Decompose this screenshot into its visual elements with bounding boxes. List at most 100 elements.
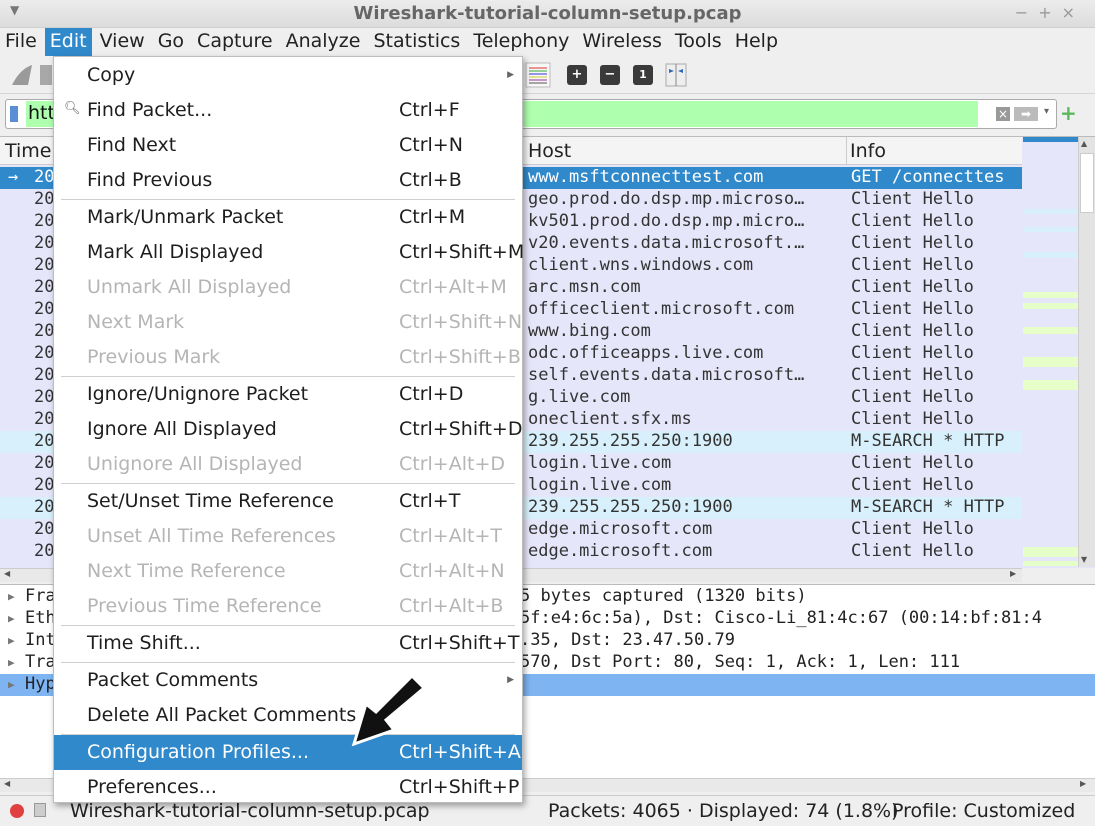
cell-time: 20 (34, 409, 55, 429)
scroll-up-icon[interactable]: ▲ (1081, 139, 1087, 148)
cell-time: 20 (34, 321, 55, 341)
menu-item-set-unset-time-reference[interactable]: Set/Unset Time Reference Ctrl+T (54, 484, 522, 519)
menu-item-shortcut: Ctrl+Alt+B (399, 595, 504, 617)
maximize-icon[interactable]: + (1038, 3, 1061, 22)
status-profile[interactable]: Profile: Customized (892, 800, 1075, 822)
window-controls[interactable]: −+× (1015, 3, 1085, 22)
search-icon: 🔍︎ (64, 101, 81, 116)
cell-info: M-SEARCH * HTTP (851, 497, 1005, 517)
cell-info: Client Hello (851, 321, 974, 341)
status-packets: Packets: 4065 · Displayed: 74 (1.8%) (548, 800, 899, 822)
menu-help[interactable]: Help (730, 28, 783, 56)
menu-tools[interactable]: Tools (670, 28, 727, 56)
menu-item-label: Find Next (87, 134, 177, 156)
menu-go[interactable]: Go (153, 28, 189, 56)
menu-item-label: Ignore/Unignore Packet (87, 383, 309, 405)
menu-item-find-next[interactable]: Find Next Ctrl+N (54, 128, 522, 163)
menu-item-find-packet[interactable]: 🔍︎ Find Packet... Ctrl+F (54, 93, 522, 128)
menu-item-label: Time Shift... (87, 632, 201, 654)
cell-host: login.live.com (528, 453, 672, 473)
plus-icon[interactable]: + (1060, 101, 1077, 125)
menu-item-copy[interactable]: Copy ▶ (54, 58, 522, 93)
menu-view[interactable]: View (95, 28, 150, 56)
menu-item-time-shift[interactable]: Time Shift... Ctrl+Shift+T (54, 626, 522, 661)
close-icon[interactable]: × (1062, 3, 1085, 22)
menu-item-unset-all-time-references[interactable]: Unset All Time References Ctrl+Alt+T (54, 519, 522, 554)
menu-item-label: Previous Time Reference (87, 595, 322, 617)
window-title: Wireshark-tutorial-column-setup.pcap (353, 3, 742, 24)
menu-item-find-previous[interactable]: Find Previous Ctrl+B (54, 163, 522, 198)
zoom-in-icon[interactable]: + (567, 65, 587, 85)
filter-history-dropdown[interactable]: ▾ (1044, 106, 1049, 117)
menu-item-shortcut: Ctrl+Alt+D (399, 453, 506, 475)
menu-item-label: Delete All Packet Comments (87, 704, 357, 726)
apply-arrow-icon[interactable]: ➡ (1014, 107, 1038, 121)
normal-size-icon[interactable]: 1 (633, 65, 653, 85)
menu-item-packet-comments[interactable]: Packet Comments ▶ (54, 663, 522, 698)
cell-host: login.live.com (528, 475, 672, 495)
menu-statistics[interactable]: Statistics (368, 28, 465, 56)
menu-item-next-mark[interactable]: Next Mark Ctrl+Shift+N (54, 305, 522, 340)
scroll-left-icon[interactable]: ◀ (4, 779, 10, 788)
column-header-info[interactable]: Info (850, 140, 886, 162)
menu-item-shortcut: Ctrl+B (399, 169, 462, 191)
packet-list-vscroll[interactable]: ▲ ▼ (1078, 137, 1095, 567)
shark-fin-icon[interactable] (10, 63, 34, 87)
menu-item-mark-unmark-packet[interactable]: Mark/Unmark Packet Ctrl+M (54, 200, 522, 235)
cell-info: GET /connecttes (851, 167, 1005, 187)
bookmark-icon[interactable] (10, 106, 18, 122)
zoom-out-icon[interactable]: − (600, 65, 620, 85)
filter-text[interactable]: htt (28, 102, 55, 124)
menu-item-unignore-all-displayed[interactable]: Unignore All Displayed Ctrl+Alt+D (54, 447, 522, 482)
menu-wireless[interactable]: Wireless (577, 28, 667, 56)
menu-item-shortcut: Ctrl+Shift+P (399, 776, 520, 798)
edit-comment-icon[interactable] (34, 803, 46, 817)
menu-item-ignore-all-displayed[interactable]: Ignore All Displayed Ctrl+Shift+D (54, 412, 522, 447)
scroll-right-icon[interactable]: ▶ (1080, 779, 1086, 788)
minimize-icon[interactable]: − (1015, 3, 1038, 22)
menu-analyze[interactable]: Analyze (281, 28, 366, 56)
menu-item-label: Previous Mark (87, 346, 221, 368)
menu-item-previous-time-reference[interactable]: Previous Time Reference Ctrl+Alt+B (54, 589, 522, 624)
scroll-thumb[interactable] (1080, 153, 1094, 213)
menu-item-preferences[interactable]: Preferences... Ctrl+Shift+P (54, 770, 522, 805)
menu-item-shortcut: Ctrl+M (399, 206, 466, 228)
scroll-down-icon[interactable]: ▼ (1081, 555, 1087, 564)
menu-item-delete-all-packet-comments[interactable]: Delete All Packet Comments (54, 698, 522, 733)
menu-item-shortcut: Ctrl+Shift+N (399, 311, 523, 333)
cell-host: www.msftconnecttest.com (528, 167, 764, 187)
clear-icon[interactable]: × (996, 107, 1010, 121)
menu-item-label: Ignore All Displayed (87, 418, 277, 440)
packet-minimap[interactable] (1023, 137, 1078, 567)
menu-item-unmark-all-displayed[interactable]: Unmark All Displayed Ctrl+Alt+M (54, 270, 522, 305)
scroll-left-icon[interactable]: ◀ (4, 569, 10, 578)
resize-columns-icon[interactable] (665, 63, 687, 87)
column-header-time[interactable]: Time (5, 140, 52, 162)
cell-info: Client Hello (851, 519, 974, 539)
menu-edit[interactable]: Edit (44, 28, 92, 56)
cell-host: edge.microsoft.com (528, 541, 713, 561)
menu-telephony[interactable]: Telephony (468, 28, 574, 56)
menu-file[interactable]: File (0, 28, 42, 56)
menu-item-mark-all-displayed[interactable]: Mark All Displayed Ctrl+Shift+M (54, 235, 524, 270)
cell-info: Client Hello (851, 409, 974, 429)
menu-item-previous-mark[interactable]: Previous Mark Ctrl+Shift+B (54, 340, 522, 375)
cell-host: edge.microsoft.com (528, 519, 713, 539)
menu-capture[interactable]: Capture (192, 28, 278, 56)
cell-time: 20 (34, 431, 55, 451)
menu-item-configuration-profiles[interactable]: Configuration Profiles... Ctrl+Shift+A (54, 735, 522, 770)
title-bar: ▼ Wireshark-tutorial-column-setup.pcap −… (0, 0, 1095, 28)
capture-status-icon[interactable] (10, 804, 24, 818)
menu-item-next-time-reference[interactable]: Next Time Reference Ctrl+Alt+N (54, 554, 522, 589)
cell-time: 20 (34, 189, 55, 209)
cell-host: officeclient.microsoft.com (528, 299, 795, 319)
scroll-right-icon[interactable]: ▶ (1010, 569, 1016, 578)
colorize-icon[interactable] (525, 62, 551, 88)
menu-item-label: Packet Comments (87, 669, 259, 691)
cell-info: Client Hello (851, 541, 974, 561)
column-header-host[interactable]: Host (528, 140, 571, 162)
stop-icon[interactable] (40, 65, 52, 85)
menu-item-ignore-unignore-packet[interactable]: Ignore/Unignore Packet Ctrl+D (54, 377, 522, 412)
cell-time: 20 (34, 343, 55, 363)
menu-item-label: Next Mark (87, 311, 185, 333)
